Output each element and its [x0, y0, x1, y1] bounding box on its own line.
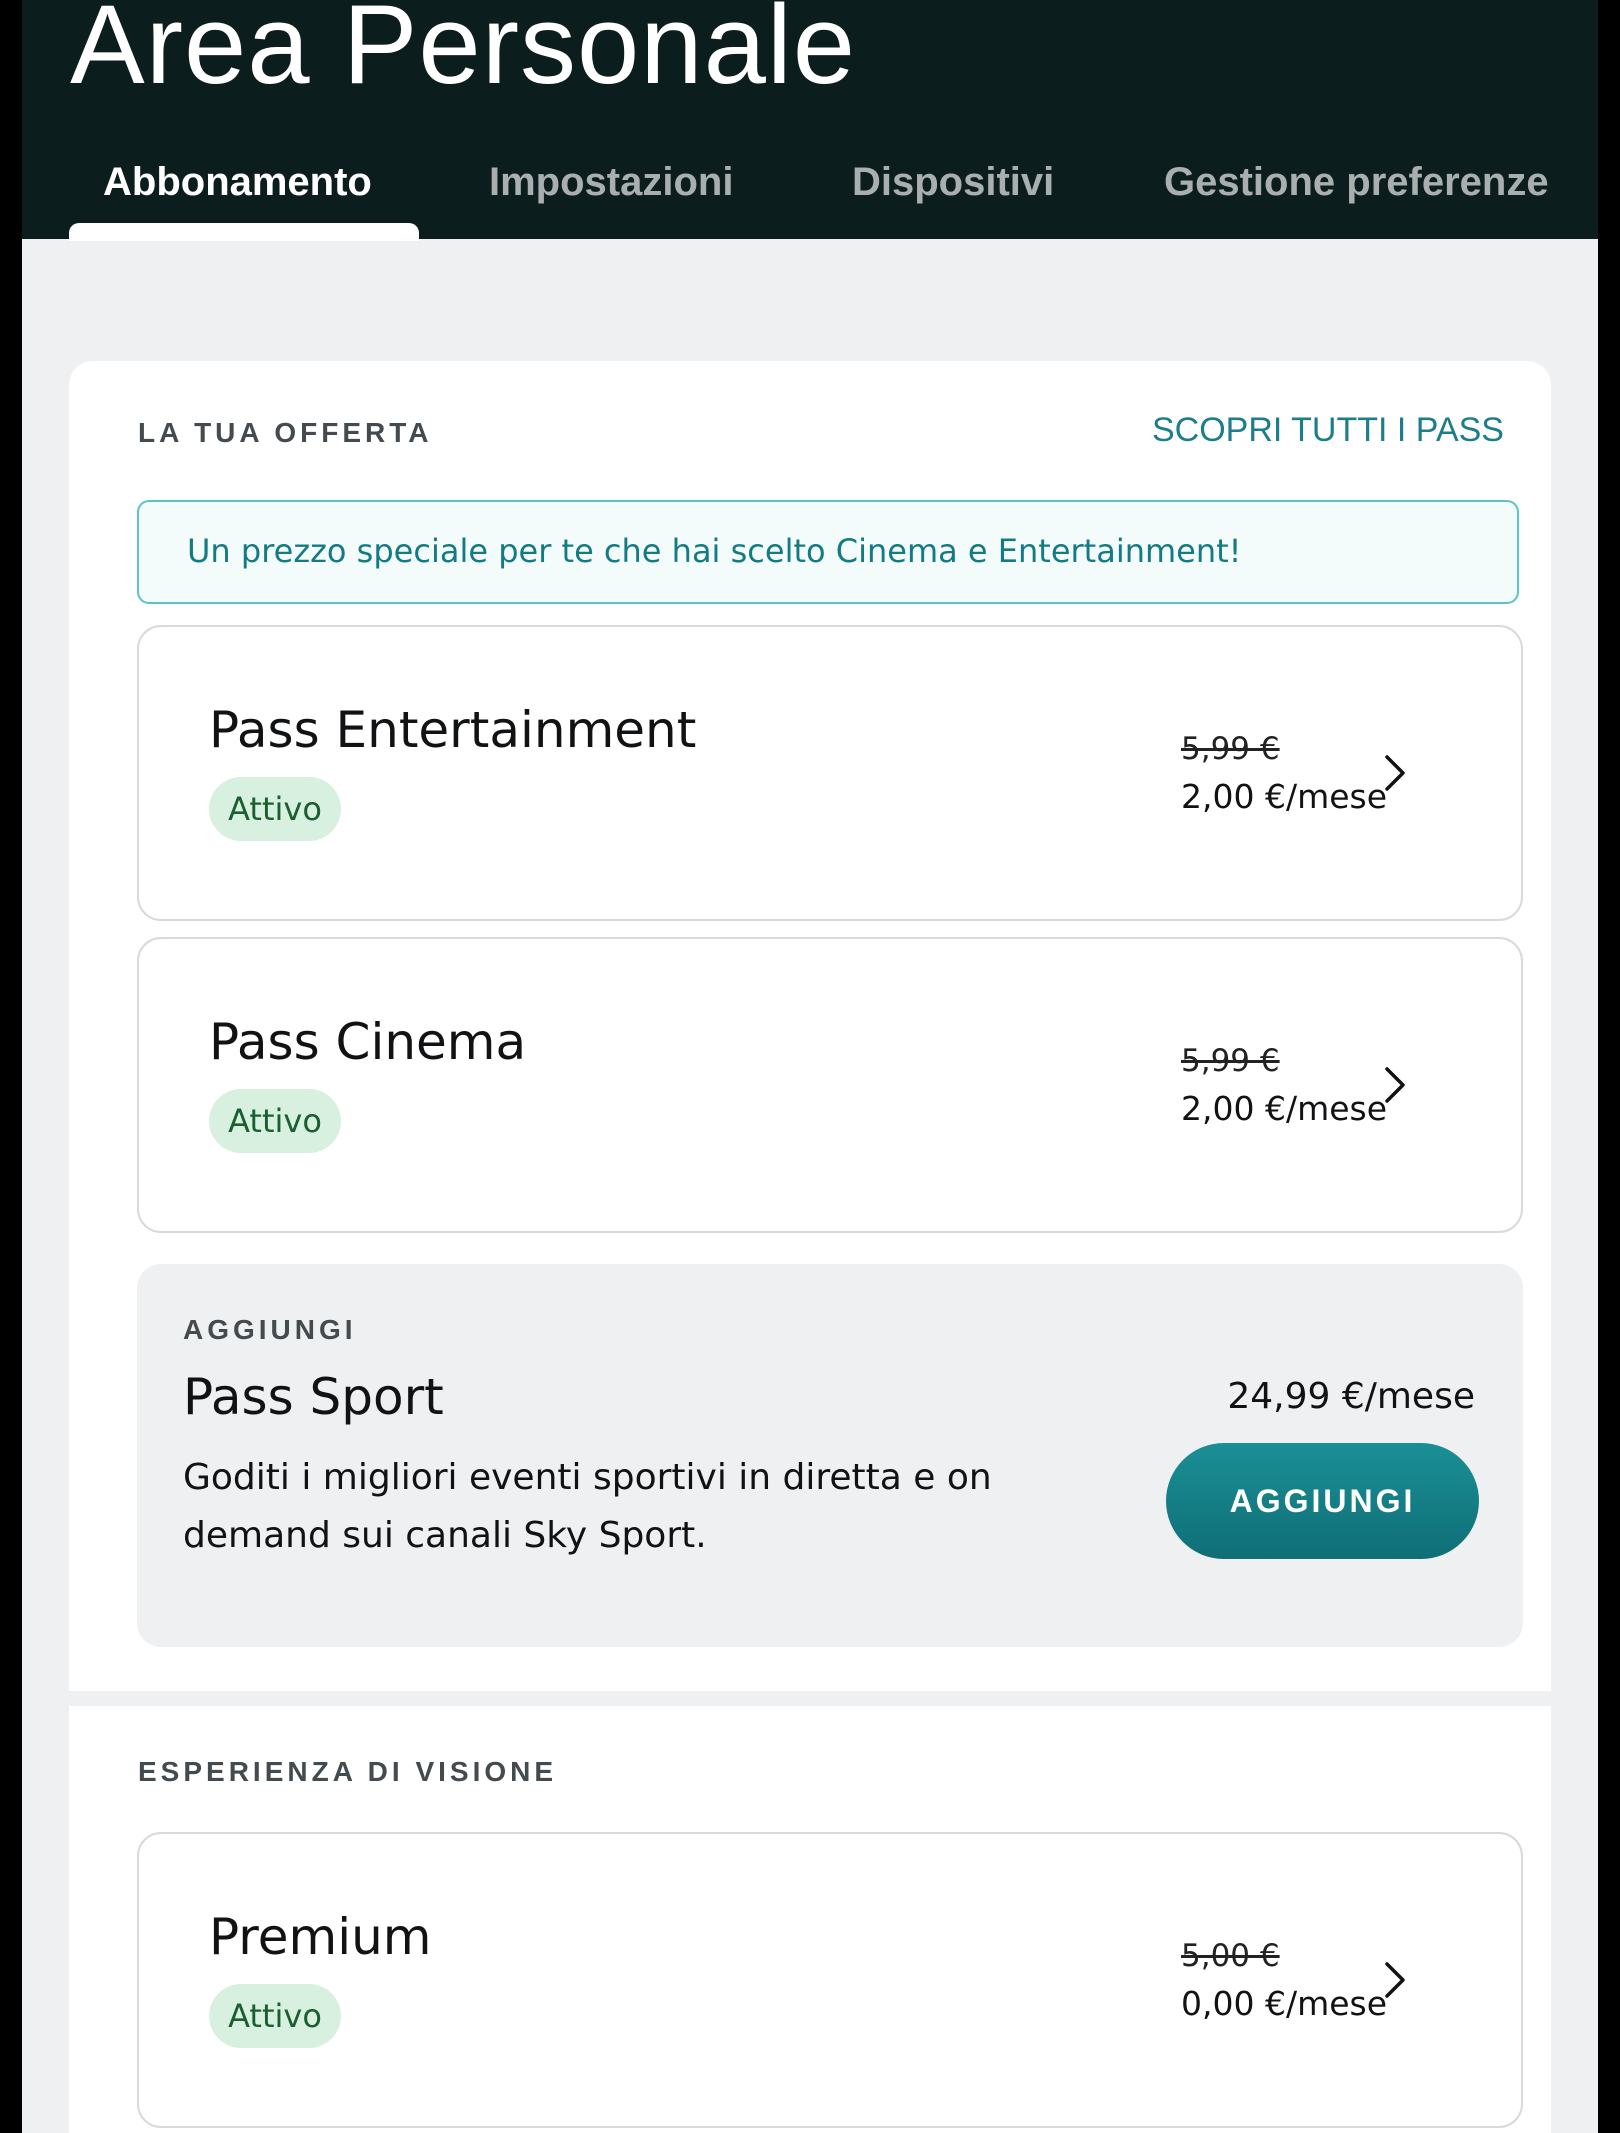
- plan-name: Premium: [209, 1908, 432, 1966]
- old-price: 5,99 €: [1181, 731, 1280, 767]
- tab-dispositivi[interactable]: Dispositivi: [852, 160, 1054, 205]
- addon-description: Goditi i migliori eventi sportivi in dir…: [183, 1457, 992, 1556]
- viewing-experience-section: ESPERIENZA DI VISIONE Premium Attivo 5,0…: [69, 1706, 1551, 2133]
- status-badge: Attivo: [209, 1984, 341, 2048]
- active-tab-indicator: [69, 223, 419, 241]
- old-price: 5,99 €: [1181, 1043, 1280, 1079]
- addon-price: 24,99 €/mese: [1227, 1376, 1475, 1417]
- header: Area Personale Abbonamento Impostazioni …: [22, 0, 1598, 241]
- promo-text: Un prezzo speciale per te che hai scelto…: [187, 532, 1242, 570]
- status-badge: Attivo: [209, 1089, 341, 1153]
- old-price: 5,00 €: [1181, 1938, 1280, 1974]
- promo-banner: Un prezzo speciale per te che hai scelto…: [137, 500, 1519, 604]
- chevron-right-icon: [1385, 1067, 1405, 1103]
- current-price: 0,00 €/mese: [1181, 1984, 1388, 2023]
- pass-card-entertainment[interactable]: Pass Entertainment Attivo 5,99 € 2,00 €/…: [137, 625, 1523, 921]
- page-title: Area Personale: [70, 0, 857, 107]
- offer-section: LA TUA OFFERTA SCOPRI TUTTI I PASS Un pr…: [69, 361, 1551, 1691]
- tab-impostazioni[interactable]: Impostazioni: [489, 160, 733, 205]
- chevron-right-icon: [1385, 755, 1405, 791]
- pass-name: Pass Entertainment: [209, 701, 697, 759]
- addon-pass-sport: AGGIUNGI Pass Sport 24,99 €/mese Goditi …: [137, 1264, 1523, 1647]
- viewing-section-label: ESPERIENZA DI VISIONE: [138, 1756, 558, 1787]
- addon-name: Pass Sport: [183, 1368, 444, 1426]
- tab-abbonamento[interactable]: Abbonamento: [103, 160, 372, 205]
- app-window: Area Personale Abbonamento Impostazioni …: [22, 0, 1598, 2133]
- add-pass-sport-button[interactable]: AGGIUNGI: [1166, 1443, 1479, 1559]
- chevron-right-icon: [1385, 1962, 1405, 1998]
- status-badge: Attivo: [209, 777, 341, 841]
- current-price: 2,00 €/mese: [1181, 777, 1388, 816]
- tab-bar: Abbonamento Impostazioni Dispositivi Ges…: [22, 160, 1598, 241]
- pass-card-cinema[interactable]: Pass Cinema Attivo 5,99 € 2,00 €/mese: [137, 937, 1523, 1233]
- tab-gestione-preferenze[interactable]: Gestione preferenze: [1164, 160, 1549, 205]
- premium-card[interactable]: Premium Attivo 5,00 € 0,00 €/mese: [137, 1832, 1523, 2128]
- discover-all-passes-link[interactable]: SCOPRI TUTTI I PASS: [1152, 411, 1504, 450]
- addon-label: AGGIUNGI: [183, 1314, 357, 1345]
- pass-name: Pass Cinema: [209, 1013, 527, 1071]
- current-price: 2,00 €/mese: [1181, 1089, 1388, 1128]
- offer-section-label: LA TUA OFFERTA: [138, 417, 433, 448]
